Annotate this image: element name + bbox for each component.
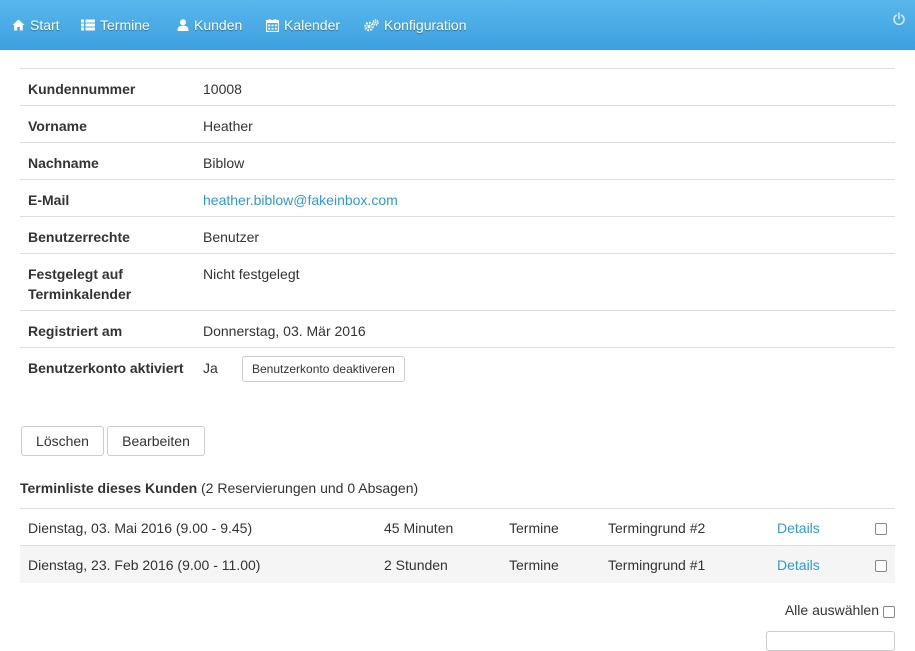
calendar-icon <box>266 18 279 32</box>
nav-konfiguration[interactable]: Konfiguration <box>364 0 467 50</box>
list-icon <box>81 19 95 31</box>
detail-label: Benutzerkonto aktiviert <box>28 360 184 376</box>
nav-kalender[interactable]: Kalender <box>266 0 340 50</box>
logout-button[interactable] <box>892 12 906 26</box>
detail-label: Nachname <box>28 155 99 171</box>
detail-value: Biblow <box>203 155 245 171</box>
detail-row-registriert: Registriert am Donnerstag, 03. Mär 2016 <box>20 311 895 348</box>
row-checkbox[interactable] <box>875 560 887 572</box>
detail-row-terminkalender: Festgelegt auf Terminkalender Nicht fest… <box>20 254 895 311</box>
customer-details-table: Kundennummer 10008 Vorname Heather Nachn… <box>20 68 895 405</box>
appointments-heading: Terminliste dieses Kunden (2 Reservierun… <box>20 478 418 498</box>
edit-button[interactable]: Bearbeiten <box>107 426 205 456</box>
appointment-reason: Termingrund #2 <box>608 520 706 536</box>
detail-value: heather.biblow@fakeinbox.com <box>203 190 398 210</box>
table-row: Dienstag, 23. Feb 2016 (9.00 - 11.00) 2 … <box>20 546 895 583</box>
detail-row-kundennummer: Kundennummer 10008 <box>20 69 895 106</box>
details-cell: Details <box>777 555 820 575</box>
nav-termine-label: Termine <box>100 17 150 33</box>
details-link[interactable]: Details <box>777 520 820 536</box>
nav-start[interactable]: Start <box>12 0 60 50</box>
nav-konfiguration-label: Konfiguration <box>384 17 467 33</box>
detail-label: Festgelegt auf Terminkalender <box>28 266 132 302</box>
delete-button[interactable]: Löschen <box>21 426 104 456</box>
cogs-icon <box>364 18 379 31</box>
detail-value: Donnerstag, 03. Mär 2016 <box>203 323 366 339</box>
detail-row-nachname: Nachname Biblow <box>20 143 895 180</box>
appointment-reason: Termingrund #1 <box>608 557 706 573</box>
nav-kalender-label: Kalender <box>284 17 341 33</box>
detail-label: E-Mail <box>28 192 70 208</box>
detail-value: Nicht festgelegt <box>203 266 300 282</box>
home-icon <box>12 19 25 31</box>
nav-kunden[interactable]: Kunden <box>177 0 242 50</box>
nav-start-label: Start <box>30 17 60 33</box>
deactivate-account-button[interactable]: Benutzerkonto deaktiveren <box>242 356 405 382</box>
detail-value: Ja <box>203 360 218 376</box>
nav-termine[interactable]: Termine <box>81 0 150 50</box>
appointment-type: Termine <box>509 520 559 536</box>
email-link[interactable]: heather.biblow@fakeinbox.com <box>203 192 398 208</box>
detail-row-vorname: Vorname Heather <box>20 106 895 143</box>
appointments-title: Terminliste dieses Kunden <box>20 480 198 496</box>
appointment-date: Dienstag, 23. Feb 2016 (9.00 - 11.00) <box>28 557 261 573</box>
detail-label: Vorname <box>28 118 87 134</box>
detail-row-email: E-Mail heather.biblow@fakeinbox.com <box>20 180 895 217</box>
appointments-summary: (2 Reservierungen und 0 Absagen) <box>201 480 419 496</box>
nav-kunden-label: Kunden <box>194 17 243 33</box>
detail-row-benutzerrechte: Benutzerrechte Benutzer <box>20 217 895 254</box>
appointment-type: Termine <box>509 557 559 573</box>
detail-label: Kundennummer <box>28 81 136 97</box>
detail-label: Registriert am <box>28 323 123 339</box>
user-icon <box>177 19 189 31</box>
appointment-duration: 2 Stunden <box>384 557 448 573</box>
details-cell: Details <box>777 518 820 538</box>
detail-label: Benutzerrechte <box>28 229 130 245</box>
detail-row-konto-aktiviert: Benutzerkonto aktiviert Ja Benutzerkonto… <box>20 348 895 405</box>
detail-value: Heather <box>203 118 253 134</box>
detail-value: Benutzer <box>203 229 260 245</box>
select-all-label: Alle auswählen <box>784 602 879 618</box>
appointment-duration: 45 Minuten <box>384 520 454 536</box>
select-all[interactable]: Alle auswählen <box>785 602 895 618</box>
appointments-table: Dienstag, 03. Mai 2016 (9.00 - 9.45) 45 … <box>20 508 895 583</box>
details-link[interactable]: Details <box>777 557 820 573</box>
bottom-dropdown[interactable] <box>766 631 895 651</box>
row-checkbox[interactable] <box>875 523 887 535</box>
select-all-checkbox[interactable] <box>883 606 895 618</box>
detail-value: 10008 <box>203 81 242 97</box>
table-row: Dienstag, 03. Mai 2016 (9.00 - 9.45) 45 … <box>20 509 895 546</box>
top-navbar: Start Termine Kunden Kalender Konfigurat… <box>0 0 915 50</box>
power-icon <box>893 12 905 26</box>
appointment-date: Dienstag, 03. Mai 2016 (9.00 - 9.45) <box>28 520 253 536</box>
